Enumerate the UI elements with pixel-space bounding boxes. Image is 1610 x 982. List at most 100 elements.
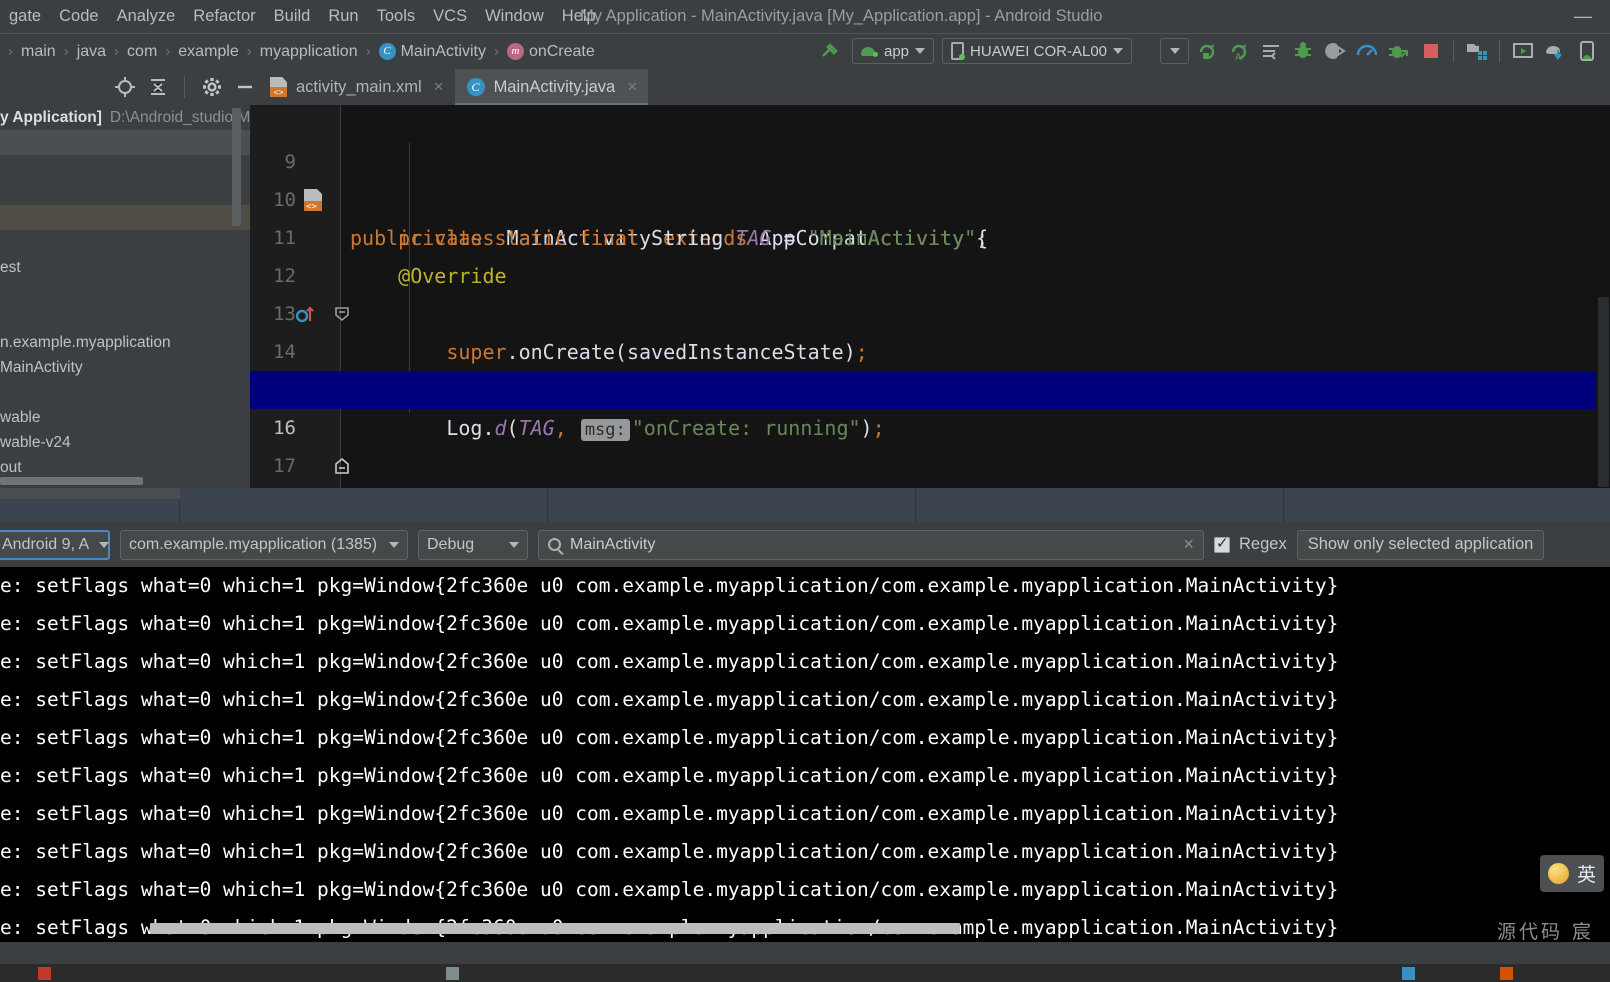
tree-row[interactable] (0, 230, 250, 255)
logcat-search-input[interactable]: MainActivity × (538, 529, 1204, 560)
breadcrumb-label: example (178, 42, 239, 60)
tree-row[interactable] (0, 180, 250, 205)
tree-row[interactable] (0, 280, 250, 305)
settings-gear-icon[interactable] (197, 72, 226, 102)
build-hammer-icon[interactable] (815, 36, 844, 66)
menu-analyze[interactable]: Analyze (108, 0, 185, 33)
stop-icon[interactable] (1416, 36, 1445, 66)
code-line-12[interactable]: 12 protected void onCreate(Bundle savedI… (250, 219, 1610, 402)
debug-icon[interactable] (1288, 36, 1317, 66)
tab-mainactivity-java[interactable]: C MainActivity.java × (454, 69, 649, 105)
log-line: e: setFlags what=0 which=1 pkg=Window{2f… (0, 650, 1339, 673)
project-vertical-scrollbar[interactable] (232, 108, 241, 226)
ime-indicator[interactable]: 英 (1539, 855, 1604, 892)
tree-row[interactable] (0, 205, 250, 230)
log-line: e: setFlags what=0 which=1 pkg=Window{2f… (0, 764, 1339, 787)
log-line: e: setFlags what=0 which=1 pkg=Window{2f… (0, 840, 1339, 863)
logcat-scope-label: Show only selected application (1307, 535, 1534, 553)
hide-panel-icon[interactable] (230, 72, 259, 102)
code-line-15[interactable]: 15 Log.d(TAG, msg:"onCreate: running"); (250, 333, 1610, 441)
tree-row[interactable]: wable-v24 (0, 430, 250, 455)
menu-tools[interactable]: Tools (368, 0, 425, 33)
code-line-14[interactable]: 14 setContentView(R.layout.activity_main… (250, 295, 1610, 402)
logcat-process-selector[interactable]: com.example.myapplication (1385) (120, 529, 408, 560)
tree-row[interactable]: MainActivity (0, 355, 250, 380)
logcat-level-selector[interactable]: Debug (418, 529, 528, 560)
stop-gradle-icon[interactable] (1320, 36, 1349, 66)
menu-refactor[interactable]: Refactor (184, 0, 264, 33)
editor-tabs: activity_main.xml × C MainActivity.java … (258, 69, 649, 105)
editor-horizontal-scrollbar[interactable] (0, 488, 180, 499)
module-selector[interactable]: app (852, 38, 935, 64)
menu-navigate[interactable]: gate (0, 0, 50, 33)
logcat-scope-selector[interactable]: Show only selected application (1296, 529, 1545, 560)
device-selector[interactable]: HUAWEI COR-AL00 (942, 38, 1133, 64)
logcat-output[interactable]: e: setFlags what=0 which=1 pkg=Window{2f… (0, 567, 1610, 942)
avd-manager-icon[interactable] (1508, 36, 1537, 66)
menu-vcs[interactable]: VCS (424, 0, 476, 33)
tree-row[interactable] (0, 155, 250, 180)
project-horizontal-scrollbar[interactable] (0, 477, 143, 485)
regex-checkbox[interactable] (1214, 534, 1230, 553)
code-line-9[interactable]: 9 <> public class MainActivity extends A… (250, 105, 1610, 250)
tree-row[interactable] (0, 380, 250, 405)
sdk-manager-icon[interactable] (1540, 36, 1569, 66)
tree-row[interactable]: n.example.myapplication (0, 330, 250, 355)
breadcrumb-item-mainactivity[interactable]: C MainActivity (377, 43, 488, 61)
tree-row[interactable]: est (0, 255, 250, 280)
project-root-row[interactable]: y Application] D:\Android_studio\M (0, 105, 250, 130)
search-everywhere-icon[interactable] (1604, 36, 1610, 66)
tree-row[interactable]: wable (0, 405, 250, 430)
tab-activity-main-xml[interactable]: activity_main.xml × (258, 69, 455, 105)
breadcrumb-item-main[interactable]: main (19, 43, 58, 61)
close-icon[interactable]: × (434, 77, 444, 97)
breadcrumb-item-example[interactable]: example (176, 43, 240, 61)
tree-row[interactable] (0, 305, 250, 330)
editor-vertical-scrollbar-thumb[interactable] (1598, 297, 1609, 487)
project-tool-window[interactable]: y Application] D:\Android_studio\M est n… (0, 105, 250, 488)
project-structure-icon[interactable] (1462, 36, 1491, 66)
rerun-icon[interactable] (1192, 36, 1221, 66)
code-editor[interactable]: 9 <> public class MainActivity extends A… (250, 105, 1610, 488)
profiler-icon[interactable] (1352, 36, 1381, 66)
run-dropdown-icon[interactable] (1160, 36, 1189, 66)
code-line-10[interactable]: 10 private static final String TAG = "Ma… (250, 143, 1610, 250)
breadcrumb-item-com[interactable]: com (125, 43, 159, 61)
editor-scrollbar-column[interactable] (1596, 105, 1610, 488)
clear-search-icon[interactable]: × (1183, 534, 1194, 555)
breadcrumb-separator: › (114, 43, 120, 60)
menu-code[interactable]: Code (50, 0, 107, 33)
breadcrumb-label: java (76, 42, 107, 60)
code-line-11[interactable]: 11 @Override (250, 181, 1610, 288)
menu-build[interactable]: Build (265, 0, 320, 33)
android-icon (861, 45, 878, 57)
logcat-process-label: com.example.myapplication (1385) (129, 535, 378, 553)
menu-window[interactable]: Window (476, 0, 553, 33)
attach-debugger-icon[interactable] (1384, 36, 1413, 66)
close-icon[interactable]: × (627, 77, 637, 97)
tree-row[interactable] (0, 130, 250, 155)
breadcrumb-item-myapplication[interactable]: myapplication (258, 43, 360, 61)
panel-splitter[interactable] (0, 488, 1610, 522)
logcat-device-selector[interactable]: Android 9, A (0, 529, 110, 560)
breadcrumb-item-java[interactable]: java (75, 43, 108, 61)
code-line-13[interactable]: 13 super.onCreate(savedInstanceState); (250, 257, 1610, 364)
regex-checkbox-group[interactable]: Regex (1214, 534, 1287, 554)
logcat-search-value: MainActivity (570, 535, 656, 553)
toggle-soft-wrap-icon[interactable] (1256, 36, 1285, 66)
breadcrumb-separator: › (165, 43, 171, 60)
taskbar-sliver (0, 964, 1610, 982)
locate-icon[interactable] (110, 72, 139, 102)
regex-label: Regex (1239, 535, 1287, 553)
chevron-down-icon (915, 48, 926, 54)
collapse-all-icon[interactable] (143, 72, 172, 102)
code-line-17[interactable]: 17 } (250, 409, 1610, 477)
logcat-horizontal-scrollbar[interactable] (150, 923, 960, 934)
minimize-button[interactable]: — (1568, 0, 1598, 33)
menu-run[interactable]: Run (319, 0, 367, 33)
rerun-failed-tests-icon[interactable]: A (1224, 36, 1253, 66)
device-file-explorer-icon[interactable] (1572, 36, 1601, 66)
breadcrumb-item-oncreate[interactable]: m onCreate (505, 43, 597, 61)
phone-icon (951, 42, 966, 60)
code-line-16[interactable]: 16 } (250, 371, 1610, 474)
